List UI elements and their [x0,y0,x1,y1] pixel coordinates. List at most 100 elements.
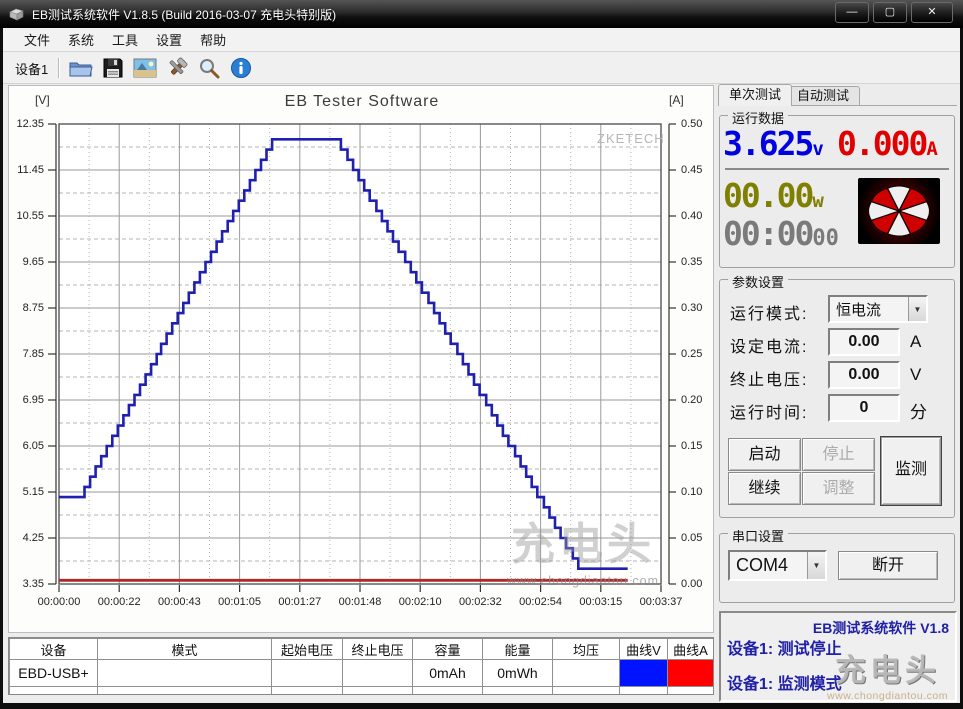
cutoff-voltage-label: 终止电压: [730,366,808,390]
chart-panel: EB Tester Software [V] [A] ZKETECH 12.35… [8,85,714,633]
watermark-url: www.chongdiantou.com [507,574,659,588]
chevron-down-icon[interactable]: ▼ [807,552,825,579]
menu-item-5[interactable]: 帮助 [191,27,235,52]
table-cell [483,687,553,696]
menu-item-1[interactable]: 文件 [15,27,59,52]
y-left-tick-label: 3.35 [9,578,44,591]
save-icon[interactable] [100,56,126,80]
watermark-logo-text: 充电头 [815,645,960,690]
y-right-tick-label: 0.05 [681,532,715,545]
y-right-tick-label: 0.40 [681,210,715,223]
menu-item-3[interactable]: 工具 [103,27,147,52]
menu-item-2[interactable]: 系统 [59,27,103,52]
table-cell [10,687,98,696]
tab-auto-test[interactable]: 自动测试 [786,86,860,105]
maximize-button[interactable]: ▢ [873,2,907,23]
y-left-tick-label: 6.05 [9,440,44,453]
table-cell [98,660,272,687]
y-right-tick-label: 0.25 [681,348,715,361]
y-right-tick-label: 0.00 [681,578,715,591]
com-port-select[interactable]: COM4 ▼ [728,550,827,581]
menu-item-4[interactable]: 设置 [147,27,191,52]
zoom-icon[interactable] [196,56,222,80]
run-time-field[interactable]: 0 [828,394,900,422]
watermark-url: www.chongdiantou.com [815,690,960,702]
table-cell: 0mWh [483,660,553,687]
table-header-cell: 曲线V [620,639,668,660]
app-window: EB测试系统软件 V1.8.5 (Build 2016-03-07 充电头特别版… [0,0,963,709]
table-cell [553,660,620,687]
x-tick-label: 00:01:48 [330,596,390,608]
table-cell [272,660,343,687]
curve-v-swatch[interactable] [620,660,668,687]
curve-a-swatch[interactable] [668,660,714,687]
x-tick-label: 00:00:43 [149,596,209,608]
cutoff-voltage-field[interactable]: 0.00 [828,361,900,389]
com-port-value: COM4 [730,555,807,576]
info-icon[interactable] [228,56,254,80]
toolbar-separator [58,58,59,78]
right-axis-unit: [A] [669,93,684,107]
y-right-tick-label: 0.10 [681,486,715,499]
window-title: EB测试系统软件 V1.8.5 (Build 2016-03-07 充电头特别版… [32,6,336,23]
left-axis-unit: [V] [35,93,50,107]
device-tab[interactable]: 设备1 [3,55,56,82]
right-panel: 单次测试 自动测试 运行数据 3.625v 0.000A 00.00w 00:0… [718,84,957,703]
close-button[interactable]: ✕ [911,2,953,23]
minimize-button[interactable]: — [835,2,869,23]
x-tick-label: 00:03:15 [571,596,631,608]
table-cell [620,687,668,696]
y-right-tick-label: 0.20 [681,394,715,407]
chevron-down-icon[interactable]: ▼ [908,297,926,321]
disconnect-button[interactable]: 断开 [838,551,938,580]
y-left-tick-label: 6.95 [9,394,44,407]
x-tick-label: 00:01:27 [270,596,330,608]
watermark-corner: 充电头 www.chongdiantou.com [815,645,960,702]
table-cell [343,660,413,687]
stop-button[interactable]: 停止 [802,438,875,471]
tools-icon[interactable] [164,56,190,80]
y-right-tick-label: 0.35 [681,256,715,269]
table-header-cell: 终止电压 [343,639,413,660]
monitor-button[interactable]: 监测 [880,436,942,506]
table-header-cell: 容量 [413,639,483,660]
umbrella-logo [858,178,940,244]
start-button[interactable]: 启动 [728,438,801,471]
group-params-label: 参数设置 [728,272,788,291]
x-tick-label: 00:02:32 [450,596,510,608]
table-header-cell: 能量 [483,639,553,660]
watermark-logo-text: 充电头 [507,508,659,572]
y-left-tick-label: 9.65 [9,256,44,269]
snapshot-icon[interactable] [132,56,158,80]
voltage-display: 3.625v [723,124,824,163]
toolbar: 设备1 [3,53,960,84]
y-left-tick-label: 8.75 [9,302,44,315]
set-current-field[interactable]: 0.00 [828,328,900,356]
resume-button[interactable]: 继续 [728,472,801,505]
x-tick-label: 00:03:37 [631,596,691,608]
title-bar[interactable]: EB测试系统软件 V1.8.5 (Build 2016-03-07 充电头特别版… [0,0,963,28]
table-cell [413,687,483,696]
y-left-tick-label: 11.45 [9,164,44,177]
display-separator [725,168,949,170]
open-folder-icon[interactable] [68,56,94,80]
tab-strip: 单次测试 自动测试 [718,84,957,106]
table-header-cell: 起始电压 [272,639,343,660]
table-cell [553,687,620,696]
watermark-chart: 充电头 www.chongdiantou.com [507,508,659,588]
table-cell: EBD-USB+ [10,660,98,687]
run-mode-select[interactable]: 恒电流 ▼ [828,295,928,323]
tab-single-test[interactable]: 单次测试 [718,84,792,106]
x-tick-label: 00:00:00 [29,596,89,608]
app-icon [8,7,25,22]
table-header-cell: 模式 [98,639,272,660]
adjust-button[interactable]: 调整 [802,472,875,505]
time-display: 00:0000 [723,214,839,253]
group-params: 参数设置 运行模式: 恒电流 ▼ 设定电流: 0.00 A 终止电压: 0.00… [719,279,955,518]
chart-title: EB Tester Software [9,93,715,111]
set-current-unit: A [910,332,921,352]
status-line-1: EB测试系统软件 V1.8 [727,618,949,639]
device-table: 设备模式起始电压终止电压容量能量均压曲线V曲线AEBD-USB+0mAh0mWh [8,637,714,695]
y-left-tick-label: 5.15 [9,486,44,499]
table-cell [343,687,413,696]
